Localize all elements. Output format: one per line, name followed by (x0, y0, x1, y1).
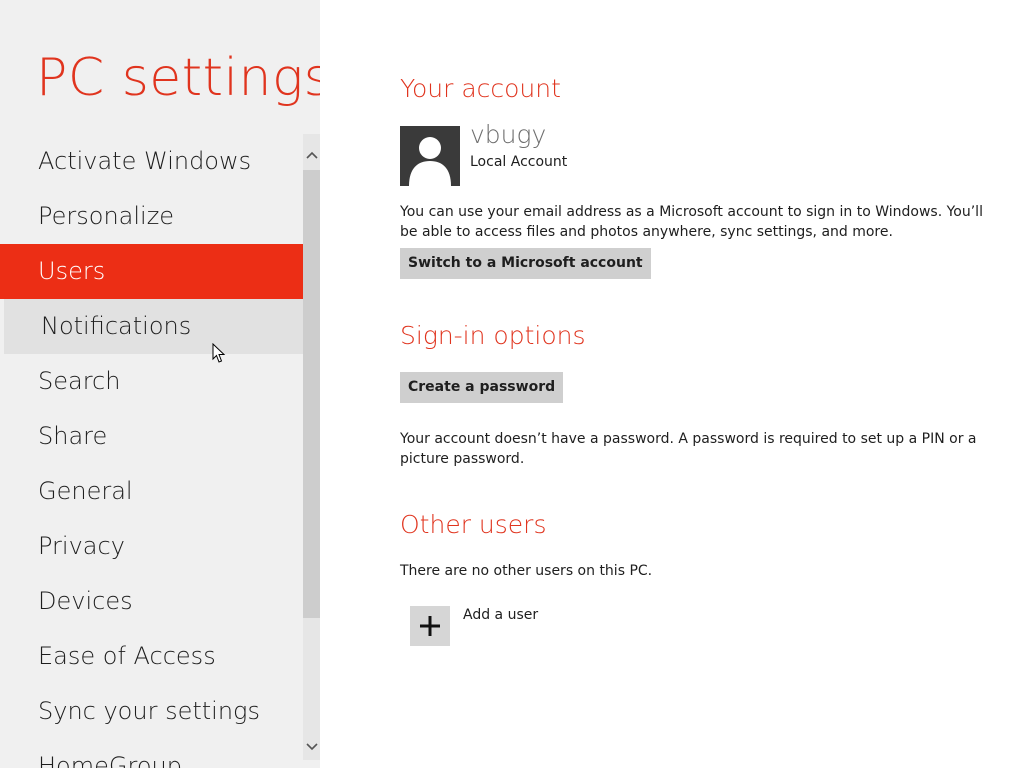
other-users-title: Other users (400, 510, 547, 539)
app-title: PC settings (36, 48, 320, 108)
nav-item-users[interactable]: Users (0, 244, 303, 299)
nav-scrollbar[interactable] (303, 134, 320, 760)
sign-in-options-title: Sign-in options (400, 321, 586, 350)
nav-item-devices[interactable]: Devices (0, 574, 303, 629)
nav-item-sync-your-settings[interactable]: Sync your settings (0, 684, 303, 739)
plus-icon (420, 616, 440, 636)
create-password-button[interactable]: Create a password (400, 372, 564, 403)
switch-to-microsoft-account-button[interactable]: Switch to a Microsoft account (400, 248, 651, 279)
chevron-up-icon[interactable] (303, 140, 320, 170)
add-user-label[interactable]: Add a user (463, 607, 538, 623)
main-content: Your account vbugy Local Account You can… (400, 0, 1000, 768)
your-account-title: Your account (400, 74, 561, 103)
nav-item-homegroup[interactable]: HomeGroup (0, 739, 303, 768)
left-pane: PC settings Activate Windows Personalize… (0, 0, 320, 768)
nav-item-notifications[interactable]: Notifications (4, 299, 303, 354)
username: vbugy (470, 120, 547, 149)
nav-list: Activate Windows Personalize Users Notif… (0, 134, 303, 768)
other-users-description: There are no other users on this PC. (400, 563, 653, 579)
nav-item-privacy[interactable]: Privacy (0, 519, 303, 574)
nav-item-share[interactable]: Share (0, 409, 303, 464)
nav-item-general[interactable]: General (0, 464, 303, 519)
nav-item-activate-windows[interactable]: Activate Windows (0, 134, 303, 189)
mouse-pointer-icon (212, 342, 226, 368)
nav-item-search[interactable]: Search (0, 354, 303, 409)
nav-item-ease-of-access[interactable]: Ease of Access (0, 629, 303, 684)
account-type: Local Account (470, 154, 568, 170)
nav-item-personalize[interactable]: Personalize (0, 189, 303, 244)
user-silhouette-icon (400, 126, 460, 186)
password-description: Your account doesn’t have a password. A … (400, 431, 977, 467)
add-user-button[interactable] (410, 606, 450, 646)
scroll-thumb[interactable] (303, 170, 320, 618)
account-description: You can use your email address as a Micr… (400, 204, 983, 240)
chevron-down-icon[interactable] (303, 732, 320, 762)
